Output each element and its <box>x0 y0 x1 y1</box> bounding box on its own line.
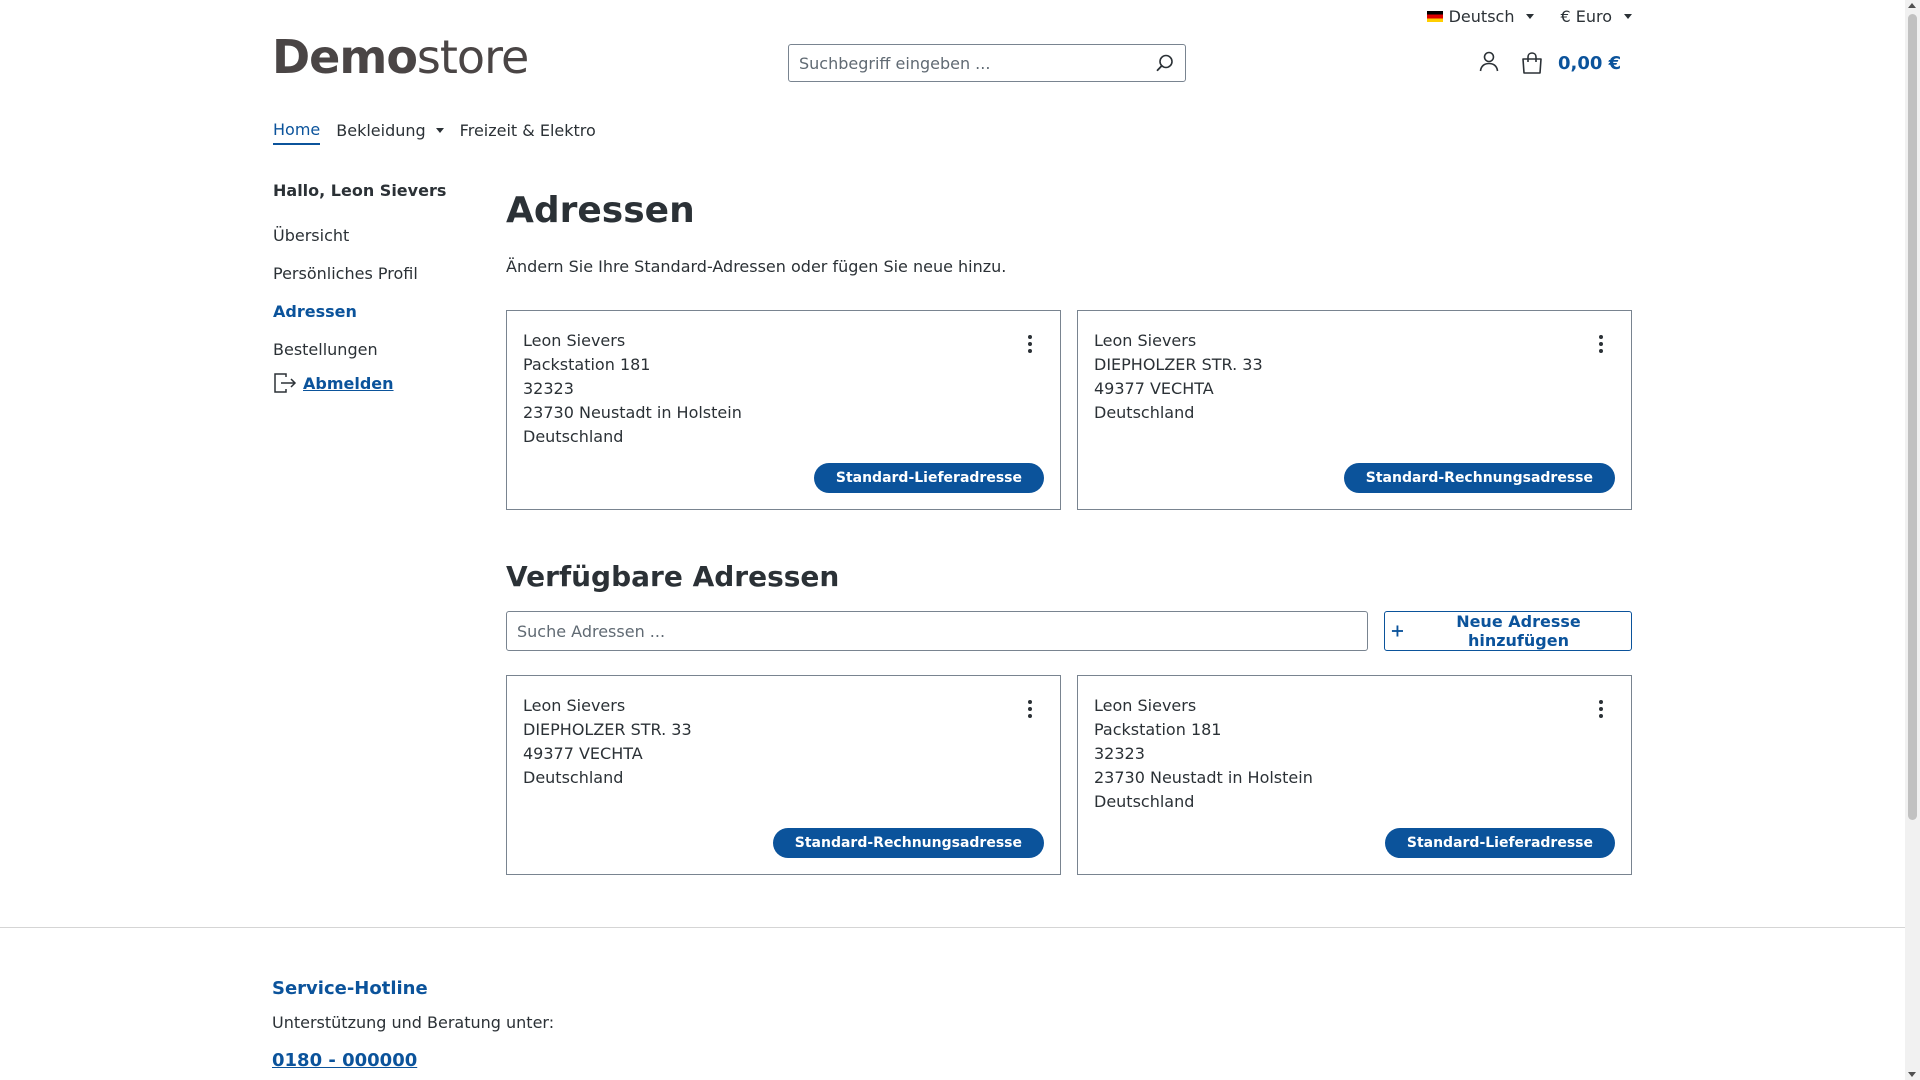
cart-total: 0,00 € <box>1558 52 1622 74</box>
header-actions: 0,00 € <box>1478 50 1621 76</box>
address-city: 49377 VECHTA <box>523 744 643 763</box>
address-card: Leon Sievers DIEPHOLZER STR. 33 49377 VE… <box>1077 310 1632 510</box>
top-bar: Deutsch € Euro <box>1426 7 1632 26</box>
available-addresses-title: Verfügbare Adressen <box>506 560 840 593</box>
page-subtitle: Ändern Sie Ihre Standard-Adressen oder f… <box>506 257 1007 276</box>
account-button[interactable] <box>1478 50 1500 76</box>
address-city: 23730 Neustadt in Holstein <box>1094 768 1313 787</box>
more-options-icon[interactable] <box>1599 335 1603 356</box>
header-search <box>788 44 1186 82</box>
address-street: Packstation 181 <box>1094 720 1222 739</box>
footer-hotline-text: Unterstützung und Beratung unter: <box>272 1013 555 1032</box>
nav-item-freizeit-elektro[interactable]: Freizeit & Elektro <box>460 120 596 145</box>
nav-item-label: Freizeit & Elektro <box>459 121 596 140</box>
logout-icon <box>274 373 297 393</box>
address-country: Deutschland <box>523 427 624 446</box>
chevron-down-icon <box>435 128 444 133</box>
address-card: Leon Sievers Packstation 181 32323 23730… <box>506 310 1061 510</box>
language-selector[interactable]: Deutsch <box>1426 7 1535 26</box>
greeting: Hallo, Leon Sievers <box>273 181 447 200</box>
cart-button[interactable]: 0,00 € <box>1520 51 1621 75</box>
store-logo[interactable]: Demostore <box>272 34 529 80</box>
address-card: Leon Sievers Packstation 181 32323 23730… <box>1077 675 1632 875</box>
sidebar-item-overview[interactable]: Übersicht <box>273 226 473 245</box>
address-city: 23730 Neustadt in Holstein <box>523 403 742 422</box>
nav-item-home[interactable]: Home <box>273 120 321 145</box>
address-name: Leon Sievers <box>1094 331 1197 350</box>
default-shipping-badge: Standard-Lieferadresse <box>1384 828 1615 858</box>
more-options-icon[interactable] <box>1599 700 1603 721</box>
nav-item-bekleidung[interactable]: Bekleidung <box>336 120 444 145</box>
address-card: Leon Sievers DIEPHOLZER STR. 33 49377 VE… <box>506 675 1061 875</box>
page-title: Adressen <box>506 190 695 231</box>
address-street: Packstation 181 <box>523 355 651 374</box>
address-name: Leon Sievers <box>523 696 626 715</box>
footer-divider <box>0 927 1905 928</box>
address-search-input[interactable] <box>506 611 1368 651</box>
search-input[interactable] <box>789 45 1145 81</box>
sidebar-item-addresses[interactable]: Adressen <box>273 302 473 321</box>
default-shipping-badge: Standard-Lieferadresse <box>813 463 1044 493</box>
sidebar-item-profile[interactable]: Persönliches Profil <box>273 264 473 283</box>
currency-selector[interactable]: € Euro <box>1560 7 1632 26</box>
address-street: DIEPHOLZER STR. 33 <box>523 720 692 739</box>
account-sidebar: Hallo, Leon Sievers Übersicht Persönlich… <box>273 181 473 394</box>
address-extra: 32323 <box>1094 744 1145 763</box>
footer: Service-Hotline Unterstützung und Beratu… <box>272 978 554 1071</box>
plus-icon <box>1391 625 1403 637</box>
currency-label: € Euro <box>1560 7 1612 26</box>
address-extra: 32323 <box>523 379 574 398</box>
logo-bold: Demo <box>272 30 418 84</box>
language-label: Deutsch <box>1448 7 1515 26</box>
logout-label: Abmelden <box>303 373 394 393</box>
search-button[interactable] <box>1145 45 1185 81</box>
footer-phone-link[interactable]: 0180 - 000000 <box>272 1050 417 1071</box>
more-options-icon[interactable] <box>1028 700 1032 721</box>
address-city: 49377 VECHTA <box>1094 379 1214 398</box>
chevron-down-icon <box>1624 14 1632 19</box>
default-billing-badge: Standard-Rechnungsadresse <box>772 828 1044 858</box>
search-icon <box>1156 54 1173 72</box>
main-content: Adressen Ändern Sie Ihre Standard-Adress… <box>506 190 1632 875</box>
address-country: Deutschland <box>1094 403 1195 422</box>
scroll-up-icon[interactable] <box>1908 3 1916 8</box>
nav-item-label: Bekleidung <box>336 121 426 140</box>
logo-light: store <box>416 30 529 84</box>
default-addresses: Leon Sievers Packstation 181 32323 23730… <box>506 310 1632 510</box>
sidebar-item-orders[interactable]: Bestellungen <box>273 340 473 359</box>
address-country: Deutschland <box>523 768 624 787</box>
nav-item-label: Home <box>273 120 321 139</box>
page-scrollbar[interactable] <box>1905 0 1920 1080</box>
address-street: DIEPHOLZER STR. 33 <box>1094 355 1263 374</box>
address-country: Deutschland <box>1094 792 1195 811</box>
footer-hotline-title: Service-Hotline <box>272 978 428 999</box>
chevron-down-icon <box>1526 14 1535 19</box>
main-navigation: Home Bekleidung Freizeit & Elektro <box>273 120 596 145</box>
address-search-row: Neue Adresse hinzufügen <box>506 611 1632 651</box>
add-address-label: Neue Adresse hinzufügen <box>1456 612 1581 650</box>
germany-flag-icon <box>1426 11 1443 22</box>
user-icon <box>1479 51 1499 72</box>
available-addresses: Leon Sievers DIEPHOLZER STR. 33 49377 VE… <box>506 675 1632 875</box>
address-name: Leon Sievers <box>523 331 626 350</box>
shopping-bag-icon <box>1522 52 1542 74</box>
more-options-icon[interactable] <box>1028 335 1032 356</box>
scroll-down-icon[interactable] <box>1908 1072 1916 1077</box>
logout-link[interactable]: Abmelden <box>273 372 473 394</box>
page: Deutsch € Euro Demostore Suchbegriff ein… <box>0 0 1905 1080</box>
address-name: Leon Sievers <box>1094 696 1197 715</box>
add-address-button[interactable]: Neue Adresse hinzufügen <box>1384 611 1632 651</box>
scrollbar-thumb[interactable] <box>1908 14 1917 820</box>
default-billing-badge: Standard-Rechnungsadresse <box>1343 463 1615 493</box>
